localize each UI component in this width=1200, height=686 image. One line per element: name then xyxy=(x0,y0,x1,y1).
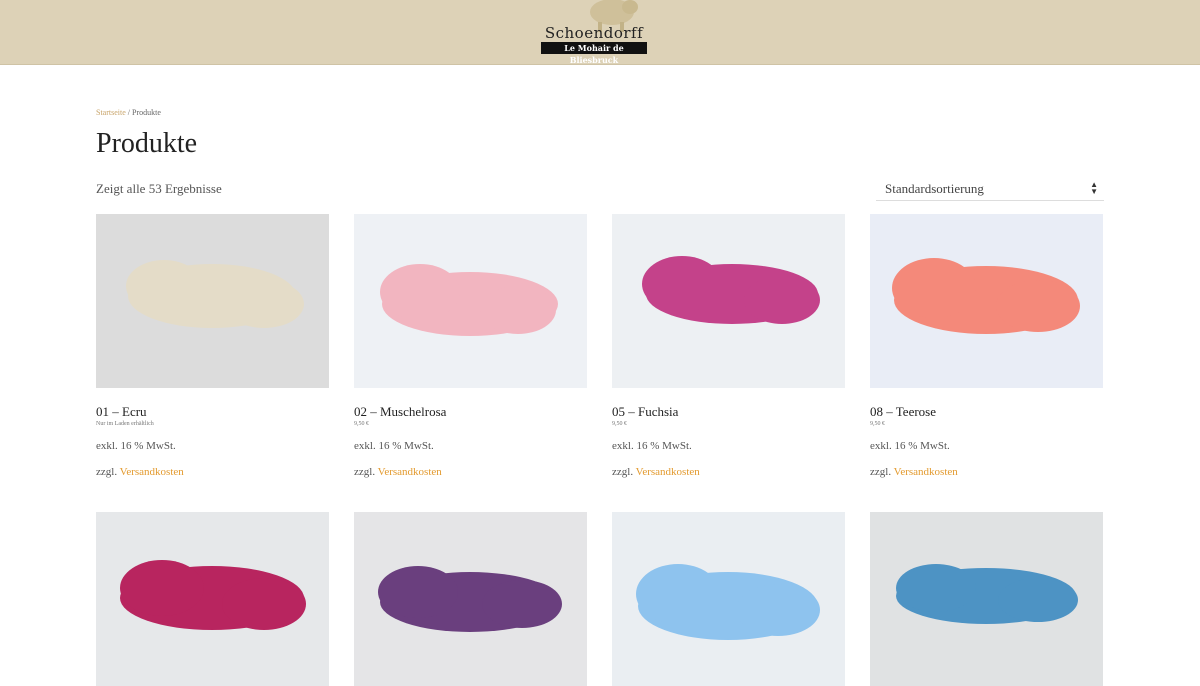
product-availability: Nur im Laden erhältlich xyxy=(96,421,154,427)
product-image[interactable] xyxy=(612,512,845,686)
yarn-skein-icon xyxy=(96,214,329,388)
shipping-prefix: zzgl. xyxy=(354,466,378,478)
logo-tagline: Le Mohair de Bliesbruck xyxy=(541,42,647,65)
yarn-skein-icon xyxy=(870,214,1103,388)
product-price: 9,50 € xyxy=(870,421,885,427)
yarn-skein-icon xyxy=(354,512,587,686)
product-image[interactable] xyxy=(870,214,1103,388)
yarn-skein-icon xyxy=(870,512,1103,686)
product-image[interactable] xyxy=(96,512,329,686)
yarn-skein-icon xyxy=(96,512,329,686)
result-count: Zeigt alle 53 Ergebnisse xyxy=(96,181,222,196)
sort-selected-label: Standardsortierung xyxy=(885,181,984,196)
product-card[interactable]: 08 – Teerose 9,50 € exkl. 16 % MwSt. zzg… xyxy=(870,214,1103,478)
product-name[interactable]: 01 – Ecru xyxy=(96,404,147,420)
product-card[interactable]: 01 – Ecru Nur im Laden erhältlich exkl. … xyxy=(96,214,329,478)
product-name[interactable]: 05 – Fuchsia xyxy=(612,404,678,420)
breadcrumb-home-link[interactable]: Startseite xyxy=(96,108,126,117)
product-image[interactable] xyxy=(354,214,587,388)
product-shipping-note: zzgl. Versandkosten xyxy=(612,466,700,478)
product-card[interactable] xyxy=(870,512,1103,686)
yarn-skein-icon xyxy=(612,214,845,388)
product-shipping-note: zzgl. Versandkosten xyxy=(870,466,958,478)
product-price: 9,50 € xyxy=(612,421,627,427)
product-image[interactable] xyxy=(870,512,1103,686)
logo-name: Schoendorff xyxy=(544,24,644,42)
product-shipping-note: zzgl. Versandkosten xyxy=(96,466,184,478)
site-logo[interactable]: Schoendorff Le Mohair de Bliesbruck xyxy=(538,0,650,65)
product-price: 9,50 € xyxy=(354,421,369,427)
shipping-link[interactable]: Versandkosten xyxy=(636,466,700,478)
page-title: Produkte xyxy=(96,128,198,159)
product-tax-note: exkl. 16 % MwSt. xyxy=(612,440,692,452)
product-tax-note: exkl. 16 % MwSt. xyxy=(870,440,950,452)
product-card[interactable] xyxy=(612,512,845,686)
product-card[interactable] xyxy=(354,512,587,686)
yarn-skein-icon xyxy=(612,512,845,686)
product-image[interactable] xyxy=(96,214,329,388)
shipping-prefix: zzgl. xyxy=(612,466,636,478)
product-card[interactable]: 05 – Fuchsia 9,50 € exkl. 16 % MwSt. zzg… xyxy=(612,214,845,478)
shipping-link[interactable]: Versandkosten xyxy=(120,466,184,478)
sort-arrows-icon: ▲ ▼ xyxy=(1090,180,1098,196)
site-header: Schoendorff Le Mohair de Bliesbruck xyxy=(0,0,1200,65)
product-name[interactable]: 02 – Muschelrosa xyxy=(354,404,446,420)
breadcrumb-current: Produkte xyxy=(132,108,161,117)
product-image[interactable] xyxy=(612,214,845,388)
product-card[interactable]: 02 – Muschelrosa 9,50 € exkl. 16 % MwSt.… xyxy=(354,214,587,478)
yarn-skein-icon xyxy=(354,214,587,388)
product-tax-note: exkl. 16 % MwSt. xyxy=(354,440,434,452)
shipping-link[interactable]: Versandkosten xyxy=(378,466,442,478)
shipping-link[interactable]: Versandkosten xyxy=(894,466,958,478)
product-shipping-note: zzgl. Versandkosten xyxy=(354,466,442,478)
product-name[interactable]: 08 – Teerose xyxy=(870,404,936,420)
sort-select[interactable]: Standardsortierung ▲ ▼ xyxy=(876,178,1104,201)
breadcrumb: Startseite / Produkte xyxy=(96,108,161,117)
product-card[interactable] xyxy=(96,512,329,686)
shipping-prefix: zzgl. xyxy=(870,466,894,478)
product-tax-note: exkl. 16 % MwSt. xyxy=(96,440,176,452)
product-image[interactable] xyxy=(354,512,587,686)
shipping-prefix: zzgl. xyxy=(96,466,120,478)
